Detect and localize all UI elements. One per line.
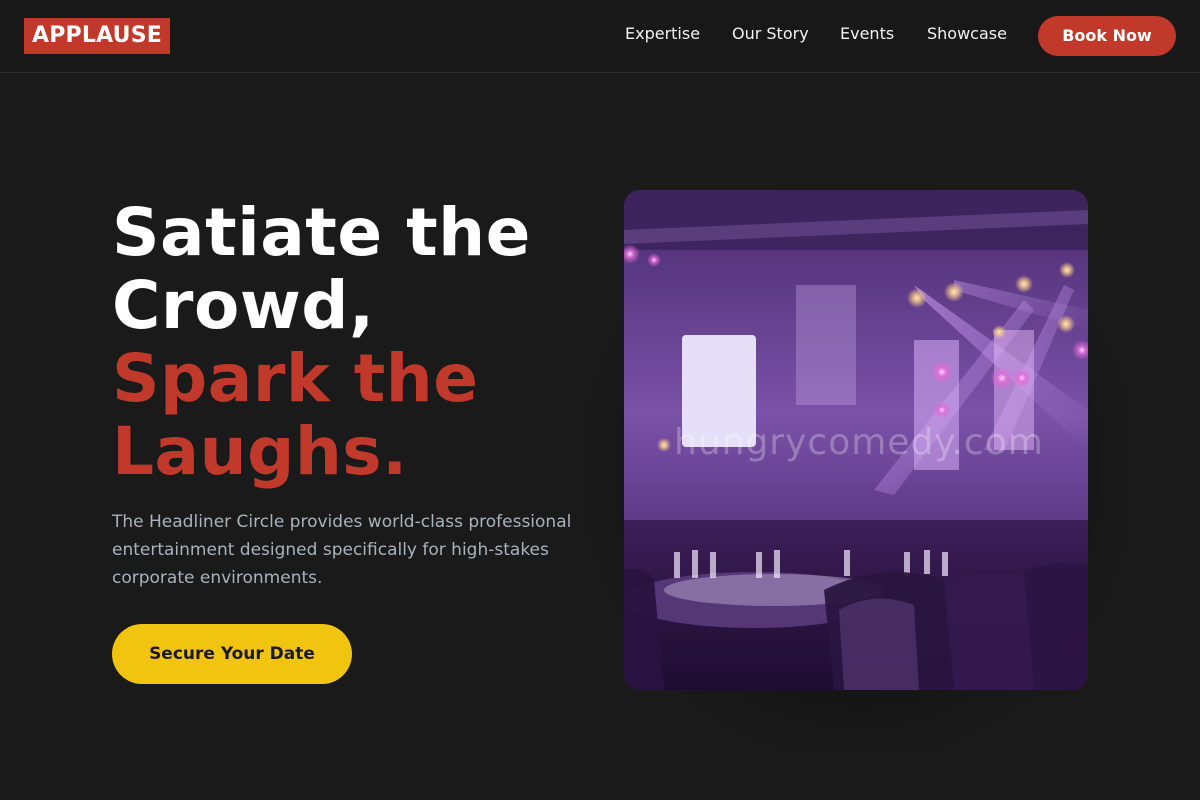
headline-line-3: Spark the [112, 340, 479, 417]
site-header: APPLAUSE Expertise Our Story Events Show… [0, 0, 1200, 73]
hero-description: The Headliner Circle provides world-clas… [112, 512, 572, 588]
headline-line-2: Crowd, [112, 267, 375, 344]
hero-headline: Satiate the Crowd, Spark the Laughs. [112, 196, 592, 488]
book-now-button[interactable]: Book Now [1038, 16, 1176, 56]
nav-link-expertise[interactable]: Expertise [625, 22, 700, 46]
headline-line-4: Laughs. [112, 413, 408, 490]
headline-line-1: Satiate the [112, 194, 531, 271]
image-watermark: hungrycomedy.com [674, 422, 1044, 463]
secure-your-date-button[interactable]: Secure Your Date [112, 624, 352, 684]
nav-link-events[interactable]: Events [840, 22, 894, 46]
nav-link-our-story[interactable]: Our Story [732, 22, 809, 46]
nav-link-showcase[interactable]: Showcase [927, 22, 1007, 46]
brand-logo[interactable]: APPLAUSE [24, 18, 170, 54]
hero-image: hungrycomedy.com [624, 190, 1088, 690]
